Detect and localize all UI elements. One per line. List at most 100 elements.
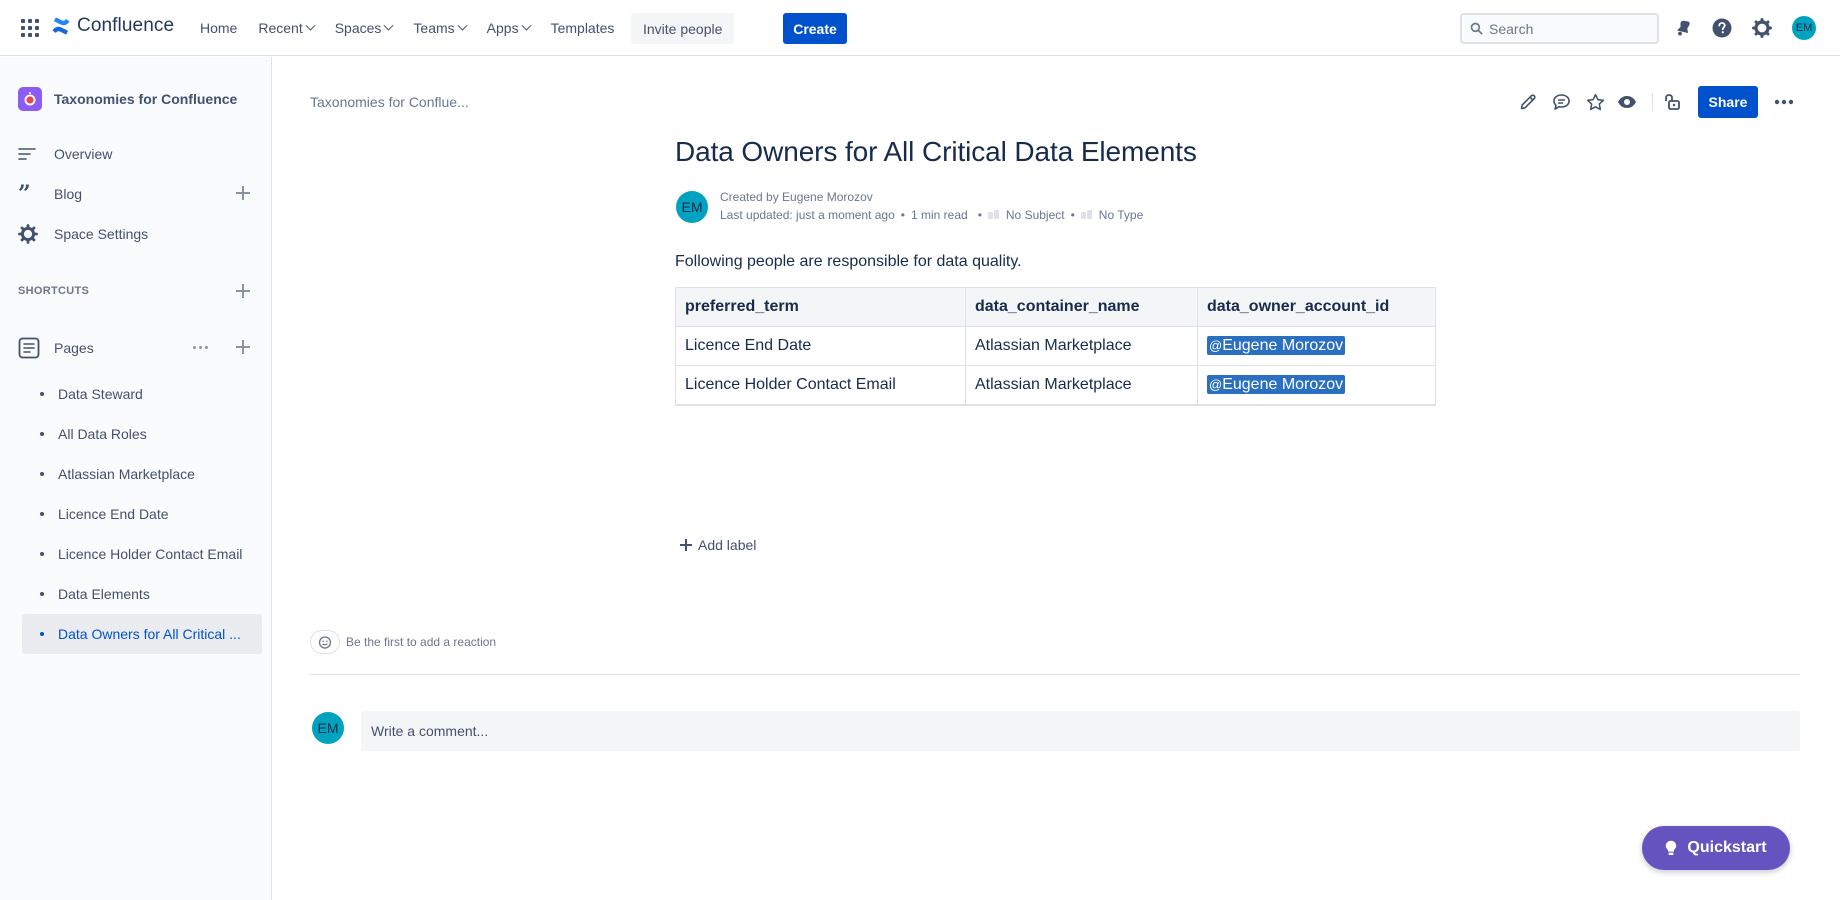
logo-text: Confluence xyxy=(77,15,175,36)
help-icon[interactable] xyxy=(1710,16,1734,40)
watch-icon[interactable] xyxy=(1615,90,1639,114)
nav-apps-label: Apps xyxy=(486,20,519,36)
bullet-icon xyxy=(40,432,44,436)
table-cell: Licence End Date xyxy=(675,326,966,366)
page-tree-item[interactable]: Licence End Date xyxy=(22,494,262,534)
restrictions-unlock-icon[interactable] xyxy=(1660,90,1684,114)
comment-icon[interactable] xyxy=(1549,90,1573,114)
share-button[interactable]: Share xyxy=(1698,86,1758,118)
divider xyxy=(310,674,1800,675)
mention-at-symbol: @ xyxy=(1209,338,1223,353)
add-blog-icon[interactable] xyxy=(236,186,250,200)
page-tree-label: Licence End Date xyxy=(58,506,169,522)
search-field[interactable] xyxy=(1460,13,1659,44)
separator-dot: • xyxy=(977,208,982,222)
add-label-text: Add label xyxy=(698,537,757,553)
nav-home[interactable]: Home xyxy=(192,12,245,44)
add-shortcut-button[interactable] xyxy=(232,276,250,308)
sidebar-pages-header[interactable]: Pages xyxy=(18,332,250,364)
read-time: 1 min read xyxy=(910,208,968,222)
nav-teams-label: Teams xyxy=(413,20,455,36)
page-tree-item[interactable]: All Data Roles xyxy=(22,414,262,454)
space-header[interactable]: Taxonomies for Confluence xyxy=(18,87,237,111)
user-mention[interactable]: @Eugene Morozov xyxy=(1207,374,1346,394)
page-tree-label: Data Elements xyxy=(58,586,150,602)
page-tree-item-active[interactable]: Data Owners for All Critical ... xyxy=(22,614,262,654)
table-cell: Licence Holder Contact Email xyxy=(675,365,966,406)
bullet-icon xyxy=(40,632,44,636)
quickstart-button[interactable]: Quickstart xyxy=(1642,826,1790,870)
table-cell: Atlassian Marketplace xyxy=(965,326,1198,366)
table-cell: Atlassian Marketplace xyxy=(965,365,1198,406)
nav-templates[interactable]: Templates xyxy=(543,12,623,44)
pages-label: Pages xyxy=(54,340,94,356)
edit-icon[interactable] xyxy=(1516,90,1540,114)
table-header-cell: data_container_name xyxy=(965,287,1198,327)
author-avatar[interactable]: EM xyxy=(676,191,708,223)
comment-author-avatar: EM xyxy=(312,712,344,744)
apps-grid-icon[interactable] xyxy=(20,18,40,38)
nav-apps[interactable]: Apps xyxy=(479,12,538,44)
intro-paragraph: Following people are responsible for dat… xyxy=(675,253,1022,270)
lightbulb-icon xyxy=(1666,840,1677,855)
comment-editor[interactable] xyxy=(361,711,1800,751)
breadcrumb[interactable]: Taxonomies for Conflue... xyxy=(310,94,469,110)
emoji-add-icon xyxy=(318,636,332,649)
sidebar-item-space-settings[interactable]: Space Settings xyxy=(18,218,250,250)
user-avatar[interactable]: EM xyxy=(1792,16,1816,40)
table-row: Licence End Date Atlassian Marketplace @… xyxy=(675,326,1436,366)
user-mention[interactable]: @Eugene Morozov xyxy=(1207,336,1346,355)
mention-name: Eugene Morozov xyxy=(1222,375,1344,393)
settings-icon xyxy=(18,224,42,244)
space-name: Taxonomies for Confluence xyxy=(54,91,238,107)
top-navigation-bar: Confluence Home Recent Spaces Teams Apps… xyxy=(0,0,1840,56)
separator-dot: • xyxy=(1070,208,1075,222)
add-reaction-button[interactable] xyxy=(310,630,340,654)
created-by[interactable]: Created by Eugene Morozov xyxy=(720,188,1143,206)
table-header-cell: data_owner_account_id xyxy=(1197,287,1436,327)
search-input[interactable] xyxy=(1489,20,1649,37)
bullet-icon xyxy=(40,592,44,596)
more-icon[interactable] xyxy=(193,346,208,349)
invite-people-button[interactable]: Invite people xyxy=(631,13,735,44)
blog-icon: ” xyxy=(18,181,31,207)
nav-recent-label: Recent xyxy=(258,20,303,36)
sidebar-item-overview[interactable]: Overview xyxy=(18,138,250,170)
create-button[interactable]: Create xyxy=(783,13,847,44)
subject-icon xyxy=(987,210,1000,220)
nav-spaces[interactable]: Spaces xyxy=(327,12,401,44)
notifications-icon[interactable] xyxy=(1671,16,1695,40)
reaction-prompt: Be the first to add a reaction xyxy=(346,635,497,649)
page-byline: EM Created by Eugene Morozov Last update… xyxy=(676,188,1143,224)
more-actions-icon[interactable] xyxy=(1772,90,1796,114)
last-updated[interactable]: Last updated: just a moment ago xyxy=(720,208,895,222)
nav-recent[interactable]: Recent xyxy=(250,12,321,44)
shortcuts-heading: SHORTCUTS xyxy=(18,285,90,297)
data-owners-table: preferred_term data_container_name data_… xyxy=(675,287,1436,406)
add-label-button[interactable]: Add label xyxy=(680,537,756,553)
confluence-logo[interactable]: Confluence xyxy=(51,15,174,37)
divider xyxy=(1652,93,1653,111)
star-icon[interactable] xyxy=(1583,90,1607,114)
page-tree-item[interactable]: Data Steward xyxy=(22,374,262,414)
sidebar-item-blog[interactable]: ” Blog xyxy=(18,178,250,210)
page-tree-item[interactable]: Atlassian Marketplace xyxy=(22,454,262,494)
primary-nav: Home Recent Spaces Teams Apps Templates xyxy=(192,8,627,48)
type-label[interactable]: No Type xyxy=(1099,208,1143,222)
page-tree-item[interactable]: Data Elements xyxy=(22,574,262,614)
chevron-down-icon xyxy=(383,20,394,31)
chevron-down-icon xyxy=(521,20,532,31)
page-tree-label: Atlassian Marketplace xyxy=(58,466,195,482)
table-header-row: preferred_term data_container_name data_… xyxy=(675,287,1436,327)
sidebar-item-label: Space Settings xyxy=(54,226,149,242)
subject-label[interactable]: No Subject xyxy=(1006,208,1065,222)
page-tree-item[interactable]: Licence Holder Contact Email xyxy=(22,534,262,574)
add-page-icon[interactable] xyxy=(236,340,250,354)
comment-input[interactable] xyxy=(371,723,1800,739)
bullet-icon xyxy=(40,552,44,556)
nav-home-label: Home xyxy=(200,20,238,36)
bullet-icon xyxy=(40,512,44,516)
nav-teams[interactable]: Teams xyxy=(405,12,473,44)
settings-icon[interactable] xyxy=(1750,16,1774,40)
pages-icon xyxy=(18,337,42,359)
